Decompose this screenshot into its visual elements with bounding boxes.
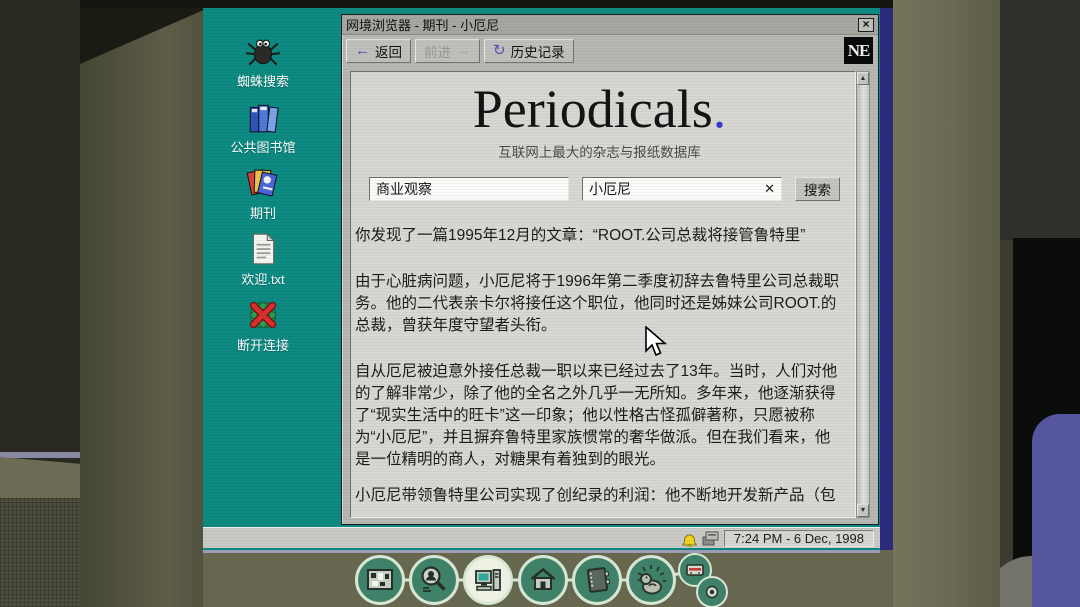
back-label: 返回 [375, 44, 402, 60]
card-icon [686, 564, 704, 576]
dock-item-home[interactable] [518, 555, 568, 605]
vertical-scrollbar[interactable]: ▲ ▼ [856, 71, 870, 518]
forward-arrow-icon: → [456, 42, 471, 59]
room-right-wall-top [998, 0, 1080, 240]
screen-glass-edge [880, 8, 893, 550]
page-title: Periodicals. [472, 79, 727, 139]
history-label: 历史记录 [510, 44, 565, 60]
scroll-up-icon[interactable]: ▲ [857, 72, 869, 85]
os-taskbar: 7:24 PM - 6 Dec, 1998 [203, 527, 880, 548]
books-icon [249, 104, 279, 133]
page-subtitle: 互联网上最大的杂志与报纸数据库 [498, 145, 701, 161]
article-paragraph: 小厄尼带领鲁特里公司实现了创纪录的利润：他不断地开发新产品（包 [355, 487, 836, 505]
article-paragraph: 你发现了一篇1995年12月的文章：“ROOT.公司总裁将接管鲁特里” [355, 227, 806, 245]
window-titlebar[interactable]: 网境浏览器 - 期刊 - 小厄尼 × [342, 15, 878, 35]
dock-item-computer[interactable] [463, 555, 513, 605]
dock-item-pinboard[interactable] [355, 555, 405, 605]
desktop-icon-disconnect[interactable]: 断开连接 [215, 298, 311, 354]
window-title: 网境浏览器 - 期刊 - 小厄尼 [346, 18, 500, 33]
desktop-icon-column: 蜘蛛搜索 公共图书馆 期刊 欢迎.txt 断开连接 [215, 34, 311, 354]
dock-item-settings[interactable] [696, 576, 728, 607]
gear-icon [705, 585, 719, 599]
browser-window: 网境浏览器 - 期刊 - 小厄尼 × ← 返回 前进 → ↻ 历史记录 NE P… [341, 14, 879, 525]
desktop-icon-label: 欢迎.txt [241, 272, 285, 287]
dock-item-duck[interactable] [626, 555, 676, 605]
chair-back [1032, 414, 1080, 607]
spider-icon [245, 39, 281, 66]
back-arrow-icon: ← [355, 42, 370, 59]
monitor-bezel-top [80, 0, 1000, 8]
taskbar-clock: 7:24 PM - 6 Dec, 1998 [723, 529, 874, 547]
forward-label: 前进 [424, 44, 451, 60]
browser-logo: NE [844, 37, 873, 64]
keyword-search-input[interactable] [582, 177, 782, 202]
publication-search-input[interactable] [369, 177, 569, 202]
package-icon[interactable] [702, 531, 719, 546]
desktop-icon-label: 蜘蛛搜索 [236, 74, 289, 89]
text-file-icon [252, 232, 275, 265]
notebook-icon [586, 567, 611, 593]
bell-icon[interactable] [681, 530, 697, 547]
desktop-icon-public-library[interactable]: 公共图书馆 [215, 100, 311, 156]
article-paragraph: 自从厄尼被迫意外接任总裁一职以来已经过去了13年。当时，人们对他的了解非常少，除… [355, 363, 838, 469]
home-icon [530, 567, 556, 590]
monitor-bezel-right [893, 0, 1000, 607]
desktop-icon-label: 公共图书馆 [230, 140, 296, 155]
duck-icon [636, 565, 666, 595]
desktop-icon-spider-search[interactable]: 蜘蛛搜索 [215, 34, 311, 90]
desktop-icon-label: 期刊 [249, 206, 276, 221]
article-paragraph: 由于心脏病问题，小厄尼将于1996年第二季度初辞去鲁特里公司总裁职务。他的二代表… [355, 273, 839, 335]
close-button[interactable]: × [858, 17, 874, 32]
desktop-screen: 蜘蛛搜索 公共图书馆 期刊 欢迎.txt 断开连接 网境浏览器 - 期刊 - 小… [203, 8, 893, 550]
monitor-bezel-left [80, 0, 203, 607]
game-scene: 蜘蛛搜索 公共图书馆 期刊 欢迎.txt 断开连接 网境浏览器 - 期刊 - 小… [0, 0, 1080, 607]
speaker-grille [0, 498, 85, 607]
page-content: Periodicals. 互联网上最大的杂志与报纸数据库 ✕ 搜索 你发现了一篇… [350, 71, 856, 518]
mouse-cursor [645, 326, 668, 357]
forward-button[interactable]: 前进 → [415, 38, 480, 63]
desktop-icon-welcome-txt[interactable]: 欢迎.txt [215, 232, 311, 288]
pinboard-icon [367, 569, 393, 590]
search-row: ✕ 搜索 [369, 177, 845, 202]
history-button[interactable]: ↻ 历史记录 [484, 38, 574, 63]
browser-toolbar: ← 返回 前进 → ↻ 历史记录 NE [342, 35, 878, 66]
disconnect-globe-icon [249, 301, 277, 329]
clear-search-icon[interactable]: ✕ [764, 181, 775, 197]
page-title-period: . [712, 79, 727, 139]
desktop-icon-periodicals[interactable]: 期刊 [215, 166, 311, 222]
dock-item-investigate[interactable] [409, 555, 459, 605]
search-button[interactable]: 搜索 [795, 177, 840, 202]
browser-content-wrap: Periodicals. 互联网上最大的杂志与报纸数据库 ✕ 搜索 你发现了一篇… [350, 71, 870, 518]
desktop-icon-label: 断开连接 [236, 338, 289, 353]
scroll-down-icon[interactable]: ▼ [857, 504, 869, 517]
history-icon: ↻ [493, 42, 506, 59]
back-button[interactable]: ← 返回 [346, 38, 411, 63]
dock-item-journal[interactable] [572, 555, 622, 605]
suspect-magnifier-icon [421, 566, 446, 592]
query-input-wrap: ✕ [582, 177, 782, 202]
magazines-icon [246, 169, 278, 197]
computer-icon [475, 569, 501, 591]
